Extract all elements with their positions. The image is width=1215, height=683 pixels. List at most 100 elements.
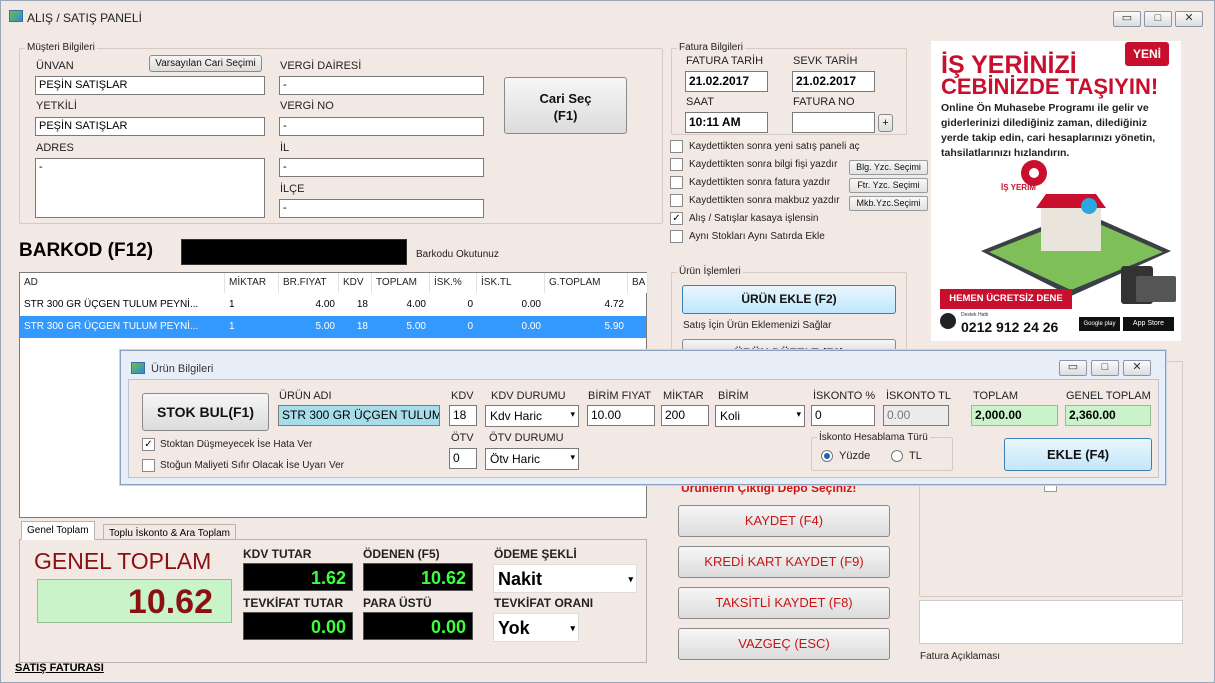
grid-header[interactable]: TOPLAM (372, 273, 430, 293)
adres-field[interactable]: - (35, 158, 265, 218)
option-checkbox[interactable] (670, 158, 683, 171)
dialog-close-button[interactable]: ✕ (1123, 360, 1151, 376)
radio-yuzde[interactable] (821, 450, 833, 462)
kredi-kart-kaydet-button[interactable]: KREDİ KART KAYDET (F9) (678, 546, 890, 578)
printer-select-button[interactable]: Mkb.Yzc.Seçimi (849, 196, 928, 211)
grid-header[interactable]: İSK.TL (477, 273, 545, 293)
tevkifat-orani-value: Yok (498, 618, 530, 638)
tevkifat-tutar-value: 0.00 (243, 612, 353, 640)
iskonto-pct-field[interactable]: 0 (811, 405, 875, 426)
cari-sec-button[interactable]: Cari Seç (F1) (504, 77, 627, 134)
table-cell: STR 300 GR ÜÇGEN TULUM PEYNİ... (24, 321, 199, 332)
dialog-maximize-button[interactable]: □ (1091, 360, 1119, 376)
barcode-input[interactable] (181, 239, 407, 265)
urun-ekle-button[interactable]: ÜRÜN EKLE (F2) (682, 285, 896, 314)
table-cell: 18 (356, 321, 368, 332)
kdv-field[interactable]: 18 (449, 405, 477, 426)
option-label: Kaydettikten sonra makbuz yazdır (689, 195, 840, 206)
printer-select-button[interactable]: Blg. Yzc. Seçimi (849, 160, 928, 175)
maximize-button[interactable]: □ (1144, 11, 1172, 27)
vergi-no-field[interactable]: - (279, 117, 484, 136)
stogun-maliyeti-label: Stoğun Maliyeti Sıfır Olacak İse Uyarı V… (160, 460, 344, 471)
ekle-button[interactable]: EKLE (F4) (1004, 438, 1152, 471)
fatura-aciklamasi-label: Fatura Açıklaması (920, 651, 1001, 662)
main-window: ALIŞ / SATIŞ PANELİ ▭ □ ✕ Müşteri Bilgil… (0, 0, 1215, 683)
table-row[interactable]: STR 300 GR ÜÇGEN TULUM PEYNİ... 1 4.00 18 4.… (20, 294, 646, 316)
stogun-maliyeti-checkbox[interactable] (142, 459, 155, 472)
il-field[interactable]: - (279, 158, 484, 177)
grid-header[interactable]: G.TOPLAM (545, 273, 628, 293)
kdv-tutar-label: KDV TUTAR (243, 547, 312, 561)
option-label: Aynı Stokları Aynı Satırda Ekle (689, 231, 825, 242)
grid-header[interactable]: İSK.% (430, 273, 477, 293)
table-cell: STR 300 GR ÜÇGEN TULUM PEYNİ... (24, 299, 199, 310)
radio-tl[interactable] (891, 450, 903, 462)
table-cell: 4.00 (315, 299, 335, 310)
otv-field[interactable]: 0 (449, 448, 477, 469)
tevkifat-orani-select[interactable]: Yok ▾ (493, 613, 579, 642)
urun-adi-field[interactable]: STR 300 GR ÜÇGEN TULUM (278, 405, 440, 426)
birim-select[interactable]: Koli ▾ (715, 405, 805, 427)
odeme-sekli-label: ÖDEME ŞEKLİ (494, 547, 577, 561)
printer-select-button[interactable]: Ftr. Yzc. Seçimi (849, 178, 928, 193)
option-checkbox[interactable] (670, 230, 683, 243)
headset-icon (940, 313, 956, 329)
fatura-tarih-label: FATURA TARİH (686, 55, 764, 67)
sevk-tarih-field[interactable]: 21.02.2017 (792, 71, 875, 92)
default-customer-button[interactable]: Varsayılan Cari Seçimi (149, 55, 262, 72)
iskonto-type-title: İskonto Hesablama Türü (817, 432, 930, 443)
saat-field[interactable]: 10:11 AM (685, 112, 768, 133)
otv-durumu-select[interactable]: Ötv Haric ▾ (485, 448, 579, 470)
vergi-no-label: VERGİ NO (280, 100, 334, 112)
odenen-field[interactable]: 10.62 (363, 563, 473, 591)
ad-cta-button[interactable]: HEMEN ÜCRETSİZ DENE (940, 289, 1072, 309)
dialog-minimize-button[interactable]: ▭ (1059, 360, 1087, 376)
chevron-down-icon: ▾ (570, 623, 575, 633)
google-play-badge[interactable]: Google play (1079, 317, 1120, 331)
grid-header[interactable]: BR.FIYAT (279, 273, 339, 293)
miktar-field[interactable]: 200 (661, 405, 709, 426)
grid-header[interactable]: MİKTAR (225, 273, 279, 293)
toplam-value: 2,000.00 (971, 405, 1058, 426)
kdv-durumu-select[interactable]: Kdv Haric ▾ (485, 405, 579, 427)
table-cell: 4.72 (604, 299, 624, 310)
close-button[interactable]: ✕ (1175, 11, 1203, 27)
odeme-sekli-select[interactable]: Nakit ▾ (493, 564, 637, 593)
grid-header[interactable]: AD (20, 273, 225, 293)
grid-header[interactable]: BA (628, 273, 648, 293)
option-checkbox[interactable] (670, 176, 683, 189)
table-row[interactable]: STR 300 GR ÜÇGEN TULUM PEYNİ... 1 5.00 18 5.… (20, 316, 646, 338)
ad-brand: İŞ YERİM (1001, 183, 1036, 192)
yetkili-field[interactable]: PEŞİN SATIŞLAR (35, 117, 265, 136)
grid-header[interactable]: KDV (339, 273, 372, 293)
fatura-aciklamasi-field[interactable] (919, 600, 1183, 644)
adres-label: ADRES (36, 142, 74, 154)
fatura-no-field[interactable] (792, 112, 875, 133)
ilce-field[interactable]: - (279, 199, 484, 218)
fatura-tarih-field[interactable]: 21.02.2017 (685, 71, 768, 92)
kaydet-button[interactable]: KAYDET (F4) (678, 505, 890, 537)
tab-genel-toplam[interactable]: Genel Toplam (21, 521, 95, 540)
table-cell: 1 (229, 321, 235, 332)
tevkifat-orani-label: TEVKİFAT ORANI (494, 596, 594, 610)
stok-bul-button[interactable]: STOK BUL(F1) (142, 393, 269, 431)
vergi-dairesi-field[interactable]: - (279, 76, 484, 95)
option-label: Kaydettikten sonra bilgi fişi yazdır (689, 159, 838, 170)
urun-ekle-hint: Satış İçin Ürün Eklemenizi Sağlar (683, 320, 832, 331)
product-ops-title: Ürün İşlemleri (677, 266, 743, 277)
fatura-no-plus-button[interactable]: + (878, 114, 893, 132)
iskonto-tl-field[interactable]: 0.00 (883, 405, 949, 426)
option-label: Kaydettikten sonra yeni satış paneli aç (689, 141, 860, 152)
minimize-button[interactable]: ▭ (1113, 11, 1141, 27)
ad-banner[interactable]: YENİ İŞ YERİNİZİ CEBİNİZDE TAŞIYIN! Onli… (931, 41, 1181, 341)
option-checkbox[interactable]: ✓ (670, 212, 683, 225)
table-cell: 18 (356, 299, 368, 310)
taksitli-kaydet-button[interactable]: TAKSİTLİ KAYDET (F8) (678, 587, 890, 619)
unvan-field[interactable]: PEŞİN SATIŞLAR (35, 76, 265, 95)
app-store-badge[interactable]: App Store (1123, 317, 1174, 331)
option-checkbox[interactable] (670, 140, 683, 153)
option-checkbox[interactable] (670, 194, 683, 207)
vazgec-button[interactable]: VAZGEÇ (ESC) (678, 628, 890, 660)
birim-fiyat-field[interactable]: 10.00 (587, 405, 655, 426)
stoktan-dusmeyecek-checkbox[interactable]: ✓ (142, 438, 155, 451)
